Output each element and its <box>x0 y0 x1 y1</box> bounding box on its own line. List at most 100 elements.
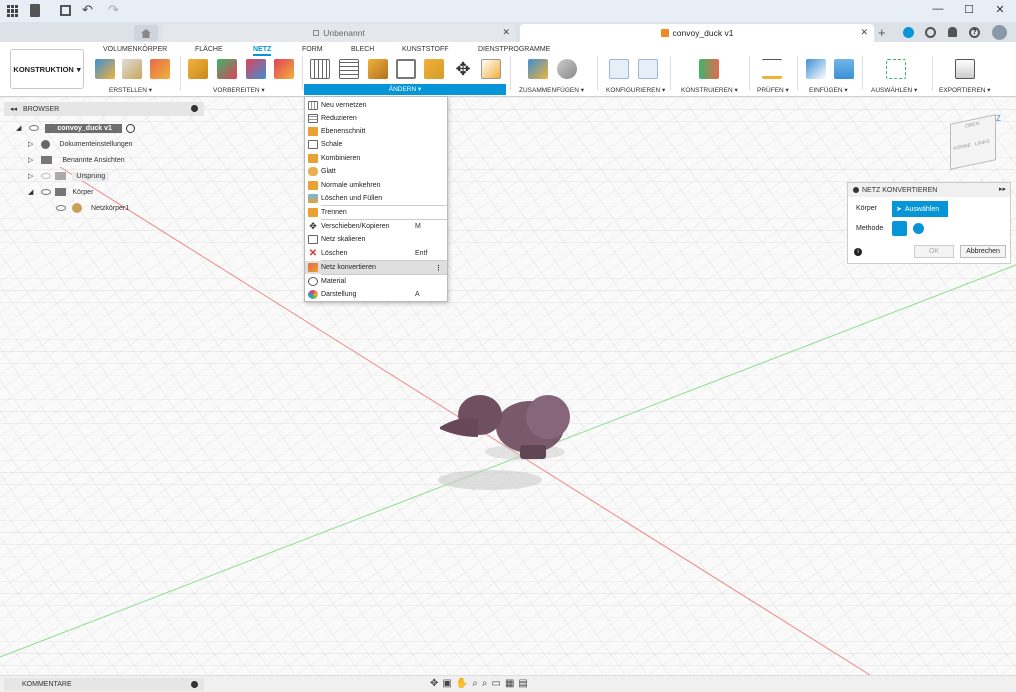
insert-derive-icon[interactable] <box>806 59 826 79</box>
display-settings-icon[interactable]: ▭ <box>492 678 501 691</box>
close-window-button[interactable]: ✕ <box>990 3 1010 16</box>
maximize-button[interactable]: ☐ <box>959 3 979 16</box>
combine-icon[interactable] <box>424 59 444 79</box>
tree-item-bodies[interactable]: ◢ Körper <box>28 185 93 199</box>
tree-item-mesh-body[interactable]: Netzkörper1 <box>56 201 129 215</box>
grid-settings-icon[interactable]: ▦ <box>505 678 514 691</box>
orbit-icon[interactable]: ✥ <box>430 678 438 691</box>
eye-hidden-icon[interactable] <box>41 173 52 179</box>
group-zusammenfuegen[interactable]: ZUSAMMENFÜGEN ▾ <box>519 86 584 94</box>
add-face-group-icon[interactable] <box>274 59 294 79</box>
menu-item-combine[interactable]: Kombinieren <box>305 152 447 165</box>
expand-arrow-icon[interactable]: ◢ <box>28 188 33 196</box>
close-tab-icon[interactable]: ✕ <box>502 27 510 38</box>
group-exportieren[interactable]: EXPORTIEREN ▾ <box>939 86 991 94</box>
tab-netz[interactable]: NETZ <box>253 46 272 56</box>
tab-convoy-duck[interactable]: convoy_duck v1 ✕ <box>520 24 874 42</box>
fit-icon[interactable]: ⌕ <box>482 678 488 691</box>
home-icon[interactable] <box>134 25 158 41</box>
menu-item-convert-mesh[interactable]: Netz konvertieren ⋮ <box>305 261 447 274</box>
tab-blech[interactable]: BLECH <box>351 46 374 53</box>
configure-rule-icon[interactable] <box>638 59 658 79</box>
combine-face-groups-icon[interactable] <box>217 59 237 79</box>
tree-item-named-views[interactable]: ▷ Benannte Ansichten <box>28 153 125 167</box>
dialog-collapse-icon[interactable] <box>853 187 859 193</box>
tessellate-icon[interactable] <box>150 59 170 79</box>
eye-icon[interactable] <box>29 125 40 131</box>
menu-item-shell[interactable]: Schale <box>305 138 447 151</box>
expand-arrow-icon[interactable]: ▷ <box>28 140 33 148</box>
generate-face-groups-icon[interactable] <box>188 59 208 79</box>
expand-dialog-icon[interactable]: ▸▸ <box>999 185 1006 193</box>
group-einfuegen[interactable]: EINFÜGEN ▾ <box>809 86 848 94</box>
group-erstellen[interactable]: ERSTELLEN ▾ <box>109 86 152 94</box>
select-body-button[interactable]: ➤ Auswählen <box>892 201 948 217</box>
new-tab-icon[interactable]: + <box>878 25 886 40</box>
sync-icon[interactable] <box>903 27 914 38</box>
insert-mesh-icon[interactable] <box>95 59 115 79</box>
workspace-switcher[interactable]: KONSTRUKTION ▾ <box>10 49 84 89</box>
menu-item-reduce[interactable]: Reduzieren <box>305 112 447 125</box>
eye-icon[interactable] <box>56 205 66 211</box>
minimize-button[interactable]: — <box>928 3 948 15</box>
apps-grid-icon[interactable] <box>7 5 19 17</box>
menu-item-move-copy[interactable]: ✥ Verschieben/Kopieren M <box>305 220 447 233</box>
shell-icon[interactable] <box>396 59 416 79</box>
info-icon[interactable]: i <box>854 248 862 256</box>
repair-icon[interactable] <box>246 59 266 79</box>
add-comment-icon[interactable] <box>191 681 198 688</box>
group-vorbereiten[interactable]: VORBEREITEN ▾ <box>213 86 265 94</box>
tab-flaeche[interactable]: FLÄCHE <box>195 46 223 53</box>
method-prismatic-icon[interactable] <box>913 223 924 234</box>
menu-item-plane-cut[interactable]: Ebenenschnitt <box>305 125 447 138</box>
tab-kunststoff[interactable]: KUNSTSTOFF <box>402 46 449 53</box>
redo-icon[interactable]: ↷ <box>108 2 119 18</box>
undo-icon[interactable]: ↶ <box>82 2 93 18</box>
comments-panel-header[interactable]: KOMMENTARE <box>4 678 204 691</box>
tab-dienstprogramme[interactable]: DIENSTPROGRAMME <box>478 46 550 53</box>
bell-icon[interactable] <box>948 27 957 37</box>
clock-icon[interactable] <box>925 27 936 38</box>
group-aendern[interactable]: ÄNDERN ▾ <box>304 84 506 95</box>
menu-item-delete[interactable]: ✕ Löschen Entf <box>305 247 447 260</box>
viewcube[interactable]: OBEN VORNE LINKS <box>950 114 996 170</box>
joint-icon[interactable] <box>557 59 577 79</box>
menu-item-smooth[interactable]: Glatt <box>305 165 447 178</box>
more-options-icon[interactable]: ⋮ <box>435 264 442 272</box>
save-icon[interactable] <box>60 5 71 16</box>
menu-item-reverse-normal[interactable]: Normale umkehren <box>305 179 447 192</box>
collapse-icon[interactable]: ◂◂ <box>10 105 17 113</box>
menu-item-remesh[interactable]: Neu vernetzen <box>305 99 447 112</box>
zoom-icon[interactable]: ⌕ <box>472 678 478 691</box>
configure-table-icon[interactable] <box>609 59 629 79</box>
plane-cut-icon[interactable] <box>368 59 388 79</box>
menu-item-separate[interactable]: Trennen <box>305 206 447 219</box>
menu-item-scale-mesh[interactable]: Netz skalieren <box>305 233 447 246</box>
tree-item-document-settings[interactable]: ▷ Dokumenteinstellungen <box>28 137 133 151</box>
tab-form[interactable]: FORM <box>302 46 323 53</box>
menu-item-erase-fill[interactable]: Löschen und Füllen <box>305 192 447 205</box>
menu-item-material[interactable]: Material <box>305 275 447 288</box>
eye-icon[interactable] <box>41 189 52 195</box>
smooth-icon[interactable] <box>481 59 501 79</box>
new-component-icon[interactable] <box>528 59 548 79</box>
activate-radio-icon[interactable] <box>125 123 135 133</box>
file-icon[interactable] <box>30 4 40 17</box>
pan-hand-icon[interactable]: ✋ <box>456 678 468 691</box>
group-konstruieren[interactable]: KONSTRUIEREN ▾ <box>681 86 738 94</box>
tree-item-root[interactable]: ◢ convoy_duck v1 <box>16 121 135 135</box>
export-icon[interactable] <box>955 59 975 79</box>
tab-volumenkoerper[interactable]: VOLUMENKÖRPER <box>103 46 167 53</box>
remesh-icon[interactable] <box>310 59 330 79</box>
close-tab-icon[interactable]: ✕ <box>860 27 868 38</box>
move-icon[interactable]: ✥ <box>453 59 473 79</box>
ok-button[interactable]: OK <box>914 245 954 258</box>
method-faceted-button[interactable] <box>892 221 907 236</box>
group-auswaehlen[interactable]: AUSWÄHLEN ▾ <box>871 86 917 94</box>
help-icon[interactable]: ? <box>969 27 980 38</box>
look-at-icon[interactable]: ▣ <box>442 678 451 691</box>
reduce-icon[interactable] <box>339 59 359 79</box>
offset-plane-icon[interactable] <box>699 59 719 79</box>
avatar[interactable] <box>992 25 1007 40</box>
tree-item-origin[interactable]: ▷ Ursprung <box>28 169 110 183</box>
